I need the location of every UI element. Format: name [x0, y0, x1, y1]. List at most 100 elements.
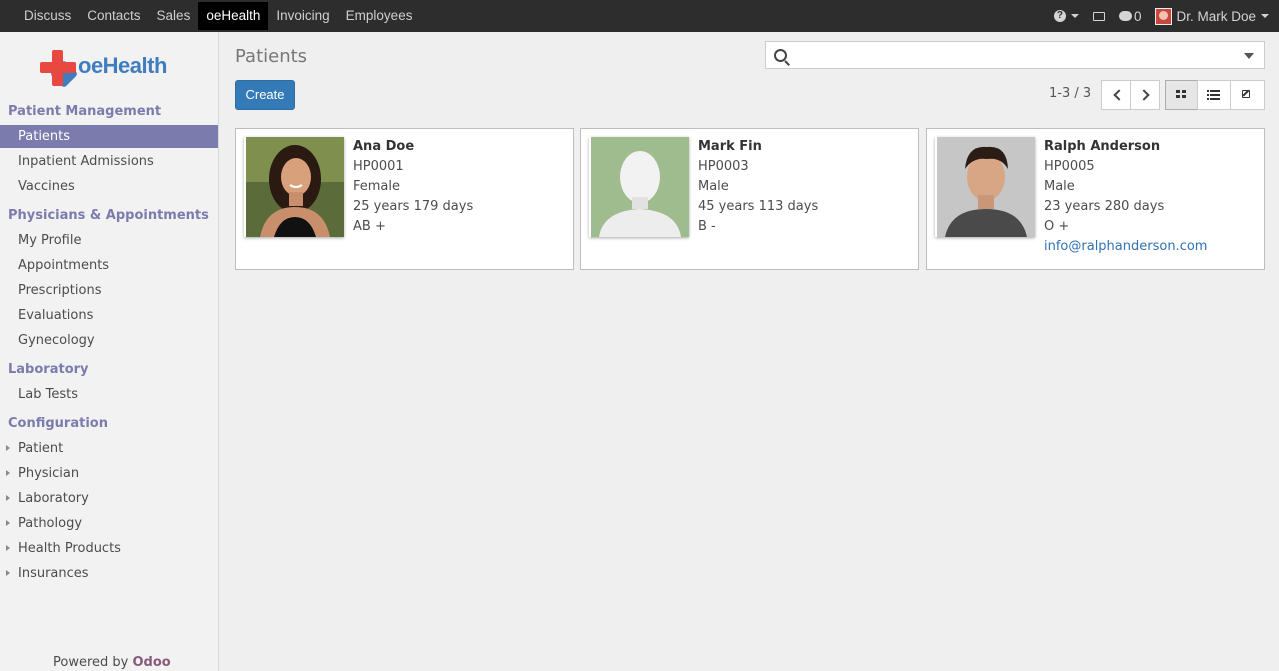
user-name: Dr. Mark Doe — [1176, 8, 1256, 24]
expand-triangle-icon — [6, 495, 10, 501]
app-invoicing[interactable]: Invoicing — [268, 2, 337, 30]
kanban-view-button[interactable] — [1165, 80, 1198, 110]
expand-triangle-icon — [6, 445, 10, 451]
patient-sex: Male — [1044, 179, 1075, 194]
sidebar-item-label: Physician — [18, 466, 80, 481]
odoo-link[interactable]: Odoo — [133, 655, 171, 670]
systray: ? 0 Dr. Mark Doe — [1040, 0, 1269, 32]
patient-name: Mark Fin — [698, 139, 762, 154]
user-menu[interactable]: Dr. Mark Doe — [1155, 7, 1269, 25]
patient-name: Ana Doe — [353, 139, 415, 154]
patient-portrait-image — [246, 137, 344, 237]
mail-button[interactable] — [1092, 11, 1105, 21]
patient-card[interactable]: Mark Fin HP0003 Male 45 years 113 days B… — [580, 128, 919, 270]
sidebar: oeHealth Patient Management Patients Inp… — [0, 32, 219, 671]
sidebar-item-evaluations[interactable]: Evaluations — [0, 304, 218, 327]
patient-photo — [935, 137, 1035, 237]
avatar-placeholder-image — [591, 137, 689, 237]
messages-count: 0 — [1133, 8, 1142, 24]
sidebar-item-label: Patient — [18, 441, 64, 456]
create-button[interactable]: Create — [235, 80, 295, 110]
patient-code: HP0005 — [1044, 159, 1095, 174]
expand-triangle-icon — [6, 570, 10, 576]
help-icon: ? — [1053, 10, 1066, 22]
app-discuss[interactable]: Discuss — [16, 2, 79, 30]
oehealth-logo[interactable]: oeHealth — [40, 50, 200, 89]
patient-name: Ralph Anderson — [1044, 139, 1161, 154]
expand-triangle-icon — [6, 545, 10, 551]
powered-by: Powered by Odoo — [53, 655, 171, 670]
sidebar-item-label: Insurances — [18, 566, 89, 581]
list-view-button[interactable] — [1197, 80, 1231, 110]
expand-triangle-icon — [6, 470, 10, 476]
patient-card[interactable]: Ana Doe HP0001 Female 25 years 179 days … — [235, 128, 574, 270]
main-content: Patients Create 1-3 / 3 Ana Doe HP0001 F… — [220, 32, 1279, 671]
sidebar-item-gynecology[interactable]: Gynecology — [0, 329, 218, 352]
patient-photo — [244, 137, 344, 237]
app-employees[interactable]: Employees — [338, 2, 421, 30]
section-physicians-appointments: Physicians & Appointments — [8, 208, 209, 223]
patient-card[interactable]: Ralph Anderson HP0005 Male 23 years 280 … — [926, 128, 1265, 270]
expand-triangle-icon — [6, 520, 10, 526]
sidebar-item-config-health-products[interactable]: Health Products — [0, 537, 218, 560]
sidebar-item-lab-tests[interactable]: Lab Tests — [0, 383, 218, 406]
help-menu[interactable]: ? — [1053, 10, 1079, 22]
patient-details: Ana Doe HP0001 Female 25 years 179 days … — [353, 137, 473, 237]
app-menu: Discuss Contacts Sales oeHealth Invoicin… — [16, 0, 420, 32]
caret-down-icon — [1261, 14, 1269, 18]
sidebar-item-config-laboratory[interactable]: Laboratory — [0, 487, 218, 510]
patient-details: Mark Fin HP0003 Male 45 years 113 days B… — [698, 137, 818, 237]
sidebar-item-prescriptions[interactable]: Prescriptions — [0, 279, 218, 302]
sidebar-item-appointments[interactable]: Appointments — [0, 254, 218, 277]
sidebar-item-config-pathology[interactable]: Pathology — [0, 512, 218, 535]
patient-photo — [589, 137, 689, 237]
form-view-icon — [1242, 90, 1250, 98]
patient-portrait-image — [937, 137, 1035, 237]
patient-blood-type: AB + — [353, 219, 386, 234]
patient-age: 25 years 179 days — [353, 199, 474, 214]
messages-button[interactable]: 0 — [1118, 8, 1142, 24]
kanban-view-icon — [1176, 90, 1187, 99]
sidebar-item-inpatient-admissions[interactable]: Inpatient Admissions — [0, 150, 218, 173]
app-sales[interactable]: Sales — [149, 2, 199, 30]
section-configuration: Configuration — [8, 416, 108, 431]
sidebar-item-label: Health Products — [18, 541, 121, 556]
chevron-right-icon — [1138, 89, 1150, 101]
chevron-left-icon — [1113, 89, 1125, 101]
sidebar-item-config-patient[interactable]: Patient — [0, 437, 218, 460]
sidebar-item-config-physician[interactable]: Physician — [0, 462, 218, 485]
pager-previous-button[interactable] — [1101, 80, 1131, 110]
patient-age: 45 years 113 days — [698, 199, 819, 214]
patient-sex: Female — [353, 179, 401, 194]
logo-text: oeHealth — [78, 53, 167, 78]
search-icon — [774, 49, 787, 62]
sidebar-item-config-insurances[interactable]: Insurances — [0, 562, 218, 585]
form-view-button[interactable] — [1230, 80, 1265, 110]
patient-email-link[interactable]: info@ralphanderson.com — [1044, 237, 1207, 257]
pager-value[interactable]: 1-3 / 3 — [1049, 86, 1091, 101]
pager-next-button[interactable] — [1130, 80, 1160, 110]
app-contacts[interactable]: Contacts — [79, 2, 148, 30]
sidebar-item-label: Laboratory — [18, 491, 89, 506]
search-input[interactable] — [765, 41, 1265, 69]
patient-age: 23 years 280 days — [1044, 199, 1165, 214]
page-title: Patients — [235, 46, 308, 67]
patient-sex: Male — [698, 179, 729, 194]
section-laboratory: Laboratory — [8, 362, 89, 377]
caret-down-icon — [1070, 14, 1079, 18]
search-options-dropdown-icon[interactable] — [1244, 53, 1254, 59]
chat-icon — [1118, 11, 1132, 21]
sidebar-item-patients[interactable]: Patients — [0, 125, 218, 148]
section-patient-management: Patient Management — [8, 104, 162, 119]
top-navbar: Discuss Contacts Sales oeHealth Invoicin… — [0, 0, 1279, 32]
patient-blood-type: B - — [698, 219, 716, 234]
sidebar-item-my-profile[interactable]: My Profile — [0, 229, 218, 252]
patient-code: HP0003 — [698, 159, 749, 174]
patient-details: Ralph Anderson HP0005 Male 23 years 280 … — [1044, 137, 1207, 257]
app-oehealth[interactable]: oeHealth — [198, 2, 269, 30]
sidebar-item-vaccines[interactable]: Vaccines — [0, 175, 218, 198]
sidebar-item-label: Pathology — [18, 516, 83, 531]
powered-by-label: Powered by — [53, 655, 129, 670]
mail-icon — [1092, 11, 1105, 21]
avatar — [1155, 7, 1173, 25]
